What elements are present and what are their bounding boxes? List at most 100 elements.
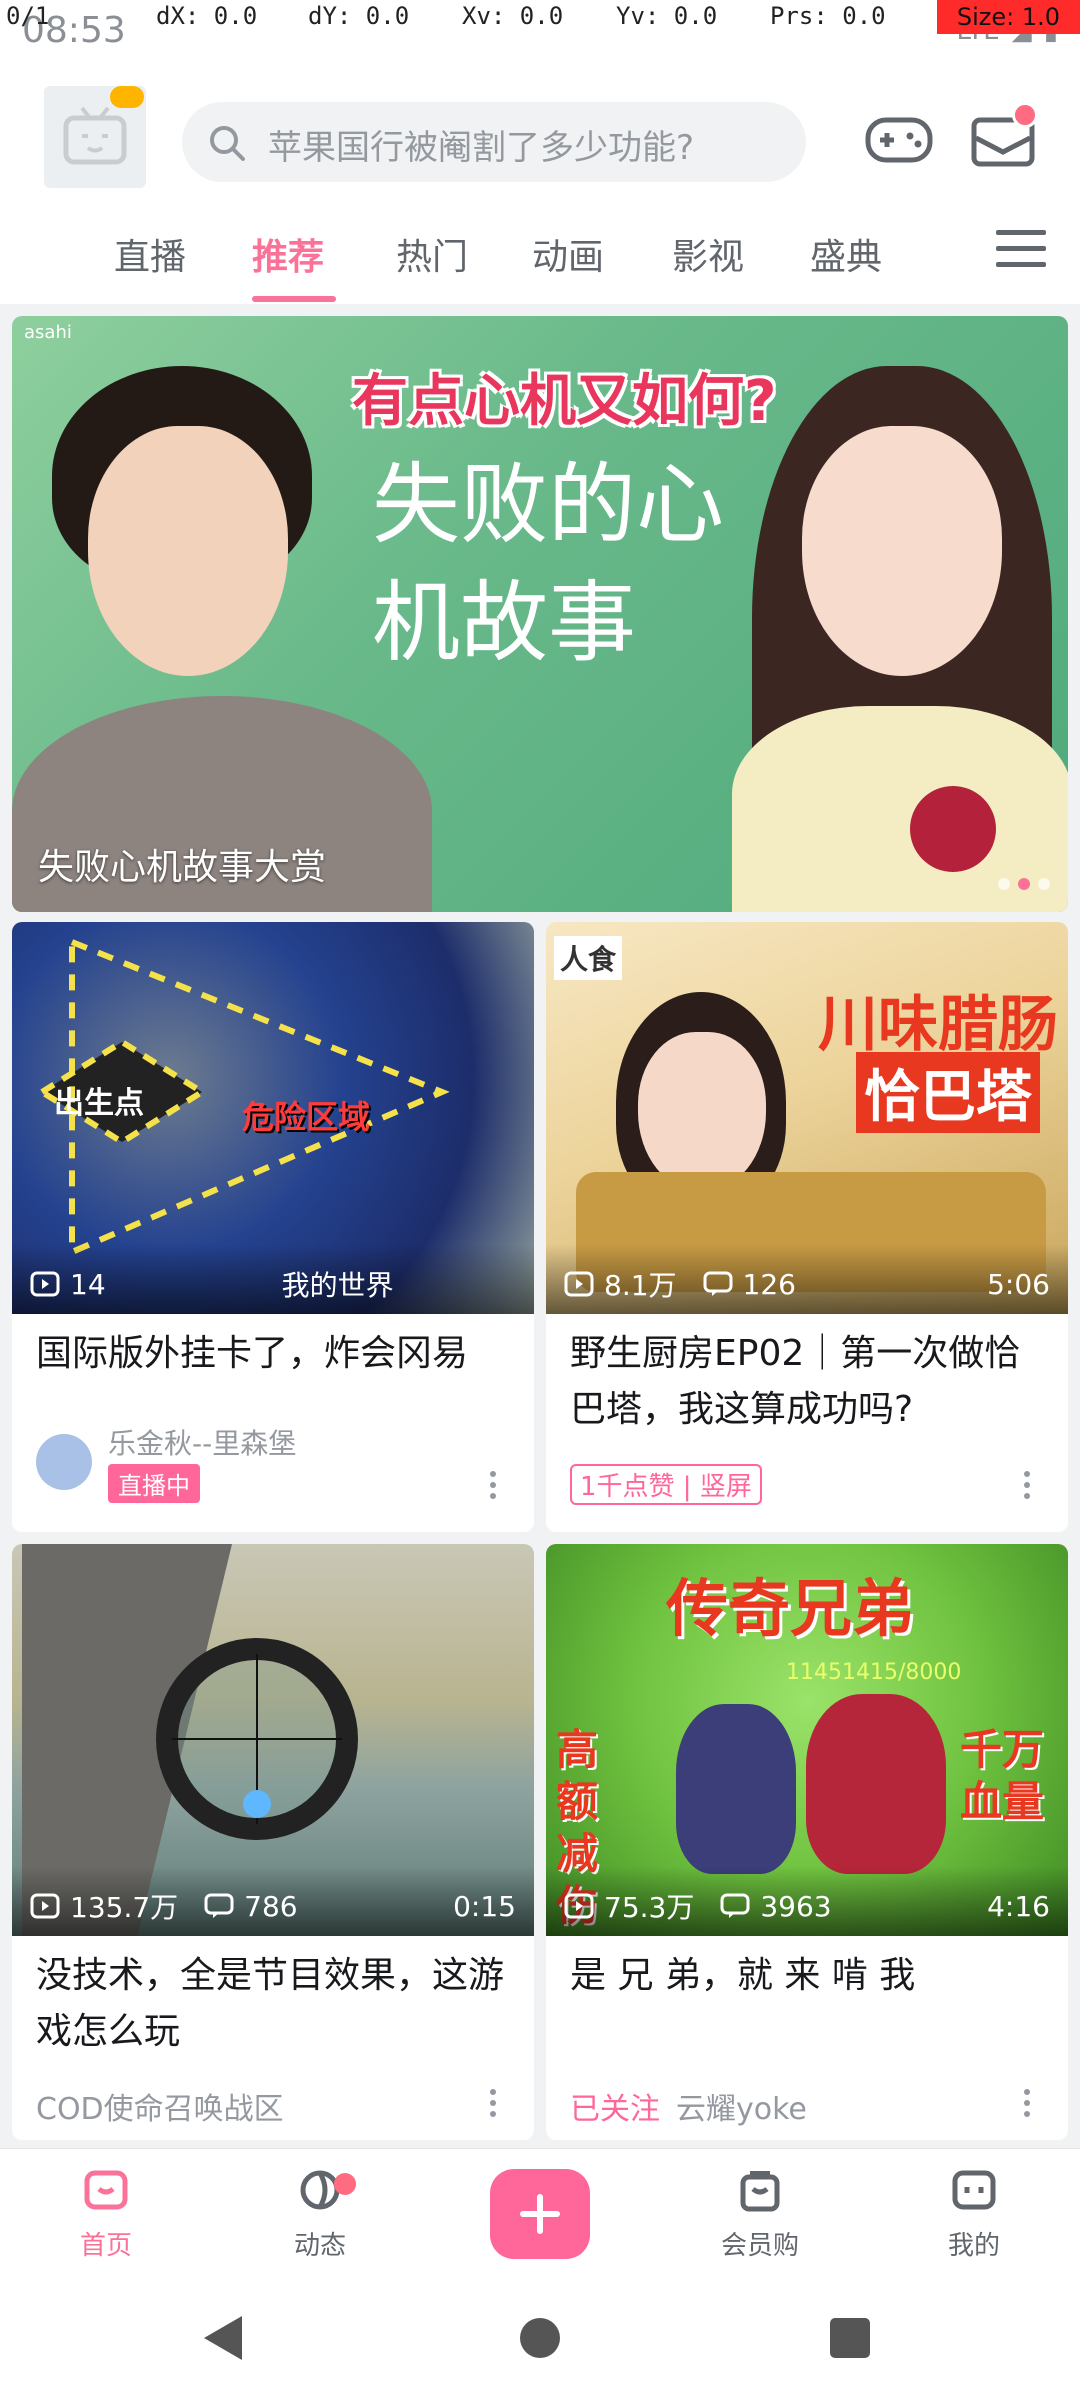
more-icon-dot (490, 1482, 496, 1488)
more-options-button[interactable] (1004, 1466, 1050, 1512)
video-title: 野生厨房EP02｜第一次做恰巴塔，我这算成功吗? (570, 1333, 1021, 1430)
video-card[interactable]: 出生点 危险区域 14 我的世界 国际版外挂卡了，炸会冈易 乐金秋--里森堡 直… (12, 922, 534, 1532)
banner-watermark: asahi (24, 322, 72, 343)
carousel-indicator (998, 878, 1050, 890)
more-icon-dot (1024, 2100, 1030, 2106)
banner-headline: 有点心机又如何? (352, 369, 777, 434)
uploader-name: 乐金秋--里森堡 (108, 1427, 297, 1460)
app-root: 08:53 LTE ◢ ▮ 0/1 dX: 0.0 dY: 0.0 Xv: 0.… (0, 0, 1080, 2400)
view-count-value: 8.1万 (604, 1269, 677, 1302)
search-bar[interactable]: 苹果国行被阉割了多少功能? (182, 102, 806, 182)
tab-menu-button[interactable] (996, 230, 1046, 282)
video-thumbnail: 传奇兄弟 11451415/8000 高额减伤 千万血量 75.3万 3963 … (546, 1544, 1068, 1936)
video-title: 国际版外挂卡了，炸会冈易 (36, 1333, 469, 1374)
home-icon (84, 2170, 128, 2210)
nav-shop-label: 会员购 (720, 2231, 799, 2261)
comment-count: 126 (703, 1268, 796, 1301)
tab-anime[interactable]: 动画 (532, 228, 604, 280)
uploader-avatar[interactable] (36, 1434, 92, 1490)
home-circle-icon[interactable] (520, 2318, 560, 2358)
more-icon-dot (1024, 2111, 1030, 2117)
nav-home-label: 首页 (79, 2231, 132, 2261)
play-count-icon (564, 1271, 594, 1297)
recents-icon[interactable] (830, 2318, 870, 2358)
notification-dot (1012, 102, 1038, 128)
banner-title-art: 失败的心机故事 (372, 453, 725, 674)
view-count-value: 135.7万 (70, 1891, 179, 1924)
comment-icon (720, 1893, 750, 1918)
pointer-overlay: 0/1 dX: 0.0 dY: 0.0 Xv: 0.0 Yv: 0.0 Prs:… (0, 0, 1080, 34)
game-center-button[interactable] (858, 98, 940, 180)
carousel-dot (998, 878, 1010, 890)
scope-icon (156, 1638, 358, 1840)
category-tabs: 直播 推荐 热门 动画 影视 盛典 (0, 208, 1080, 304)
video-stats: 135.7万 786 0:15 (30, 1886, 516, 1926)
carousel-dot-active (1018, 878, 1030, 890)
nav-profile[interactable]: 我的 (914, 2165, 1034, 2262)
menu-icon (996, 230, 1046, 235)
tab-recommend[interactable]: 推荐 (252, 228, 324, 280)
tab-gala[interactable]: 盛典 (810, 228, 882, 280)
thumb-score: 11451415/8000 (786, 1660, 962, 1685)
video-card[interactable]: 135.7万 786 0:15 没技术，全是节目效果，这游戏怎么玩 COD使命召… (12, 1544, 534, 2140)
pointer-yv: Yv: 0.0 (616, 2, 718, 30)
carousel-dot (1038, 878, 1050, 890)
nav-home[interactable]: 首页 (46, 2165, 166, 2262)
message-button[interactable] (962, 98, 1044, 180)
more-options-button[interactable] (1004, 2084, 1050, 2130)
video-thumbnail: 出生点 危险区域 14 我的世界 (12, 922, 534, 1314)
thumb-monster (806, 1694, 946, 1874)
comment-count-value: 786 (244, 1889, 298, 1923)
nav-activity[interactable]: 动态 (260, 2165, 380, 2262)
more-icon-dot (1024, 1493, 1030, 1499)
comment-count: 786 (204, 1889, 298, 1923)
video-title: 是 兄 弟，就 来 啃 我 (570, 1955, 916, 1996)
search-placeholder: 苹果国行被阉割了多少功能? (268, 128, 695, 168)
vip-badge-icon (110, 86, 144, 108)
video-card[interactable]: 传奇兄弟 11451415/8000 高额减伤 千万血量 75.3万 3963 … (546, 1544, 1068, 2140)
more-icon-dot (1024, 1482, 1030, 1488)
menu-icon-line (996, 246, 1046, 251)
more-options-button[interactable] (470, 2084, 516, 2130)
banner-carousel[interactable]: asahi 有点心机又如何? 失败的心机故事 失败心机故事大赏 (12, 316, 1068, 912)
video-meta: 已关注 云耀yoke (570, 2084, 807, 2128)
tab-film[interactable]: 影视 (672, 228, 744, 280)
view-count-value: 75.3万 (604, 1891, 695, 1924)
video-stats: 8.1万 126 5:06 (564, 1264, 1050, 1304)
thumb-figure (638, 1032, 766, 1192)
banner-figure (88, 426, 288, 676)
meta-label: COD使命召唤战区 (36, 2092, 284, 2127)
pointer-dy: dY: 0.0 (308, 2, 410, 30)
back-icon[interactable] (204, 2316, 242, 2360)
view-count: 75.3万 (564, 1886, 694, 1926)
menu-icon-line (996, 262, 1046, 267)
more-options-button[interactable] (470, 1466, 516, 1512)
thumb-label: 川味腊肠 (818, 990, 1058, 1060)
top-header: 苹果国行被阉割了多少功能? (0, 62, 1080, 208)
tab-live[interactable]: 直播 (114, 228, 186, 280)
nav-shop[interactable]: 会员购 (700, 2165, 820, 2262)
pointer-count: 0/1 (6, 2, 50, 30)
pointer-dx: dX: 0.0 (156, 2, 258, 30)
notification-dot (334, 2173, 356, 2195)
tab-popular[interactable]: 热门 (396, 228, 468, 280)
shop-icon (740, 2171, 780, 2212)
gamepad-icon (865, 117, 933, 163)
tv-avatar-icon (63, 106, 127, 165)
live-badge-row: 直播中 (108, 1464, 210, 1503)
thumb-label: 千万血量 (960, 1725, 1045, 1826)
status-bar: 08:53 LTE ◢ ▮ 0/1 dX: 0.0 dY: 0.0 Xv: 0.… (0, 0, 1080, 62)
video-card[interactable]: 人食 川味腊肠 恰巴塔 8.1万 126 5:06 野生厨房EP02｜第一次做恰… (546, 922, 1068, 1532)
thumb-label: 恰巴塔 (856, 1052, 1040, 1133)
play-count-icon (30, 1893, 60, 1919)
video-duration: 4:16 (987, 1889, 1050, 1923)
publish-button[interactable] (490, 2169, 590, 2259)
play-count-icon (564, 1893, 594, 1919)
pointer-size: Size: 1.0 (936, 0, 1080, 34)
thumb-monster (676, 1704, 796, 1874)
more-icon (1024, 1471, 1030, 1477)
video-thumbnail: 人食 川味腊肠 恰巴塔 8.1万 126 5:06 (546, 922, 1068, 1314)
banner-caption: 失败心机故事大赏 (38, 847, 327, 888)
thumb-logo: 人食 (554, 936, 623, 980)
video-thumbnail: 135.7万 786 0:15 (12, 1544, 534, 1936)
